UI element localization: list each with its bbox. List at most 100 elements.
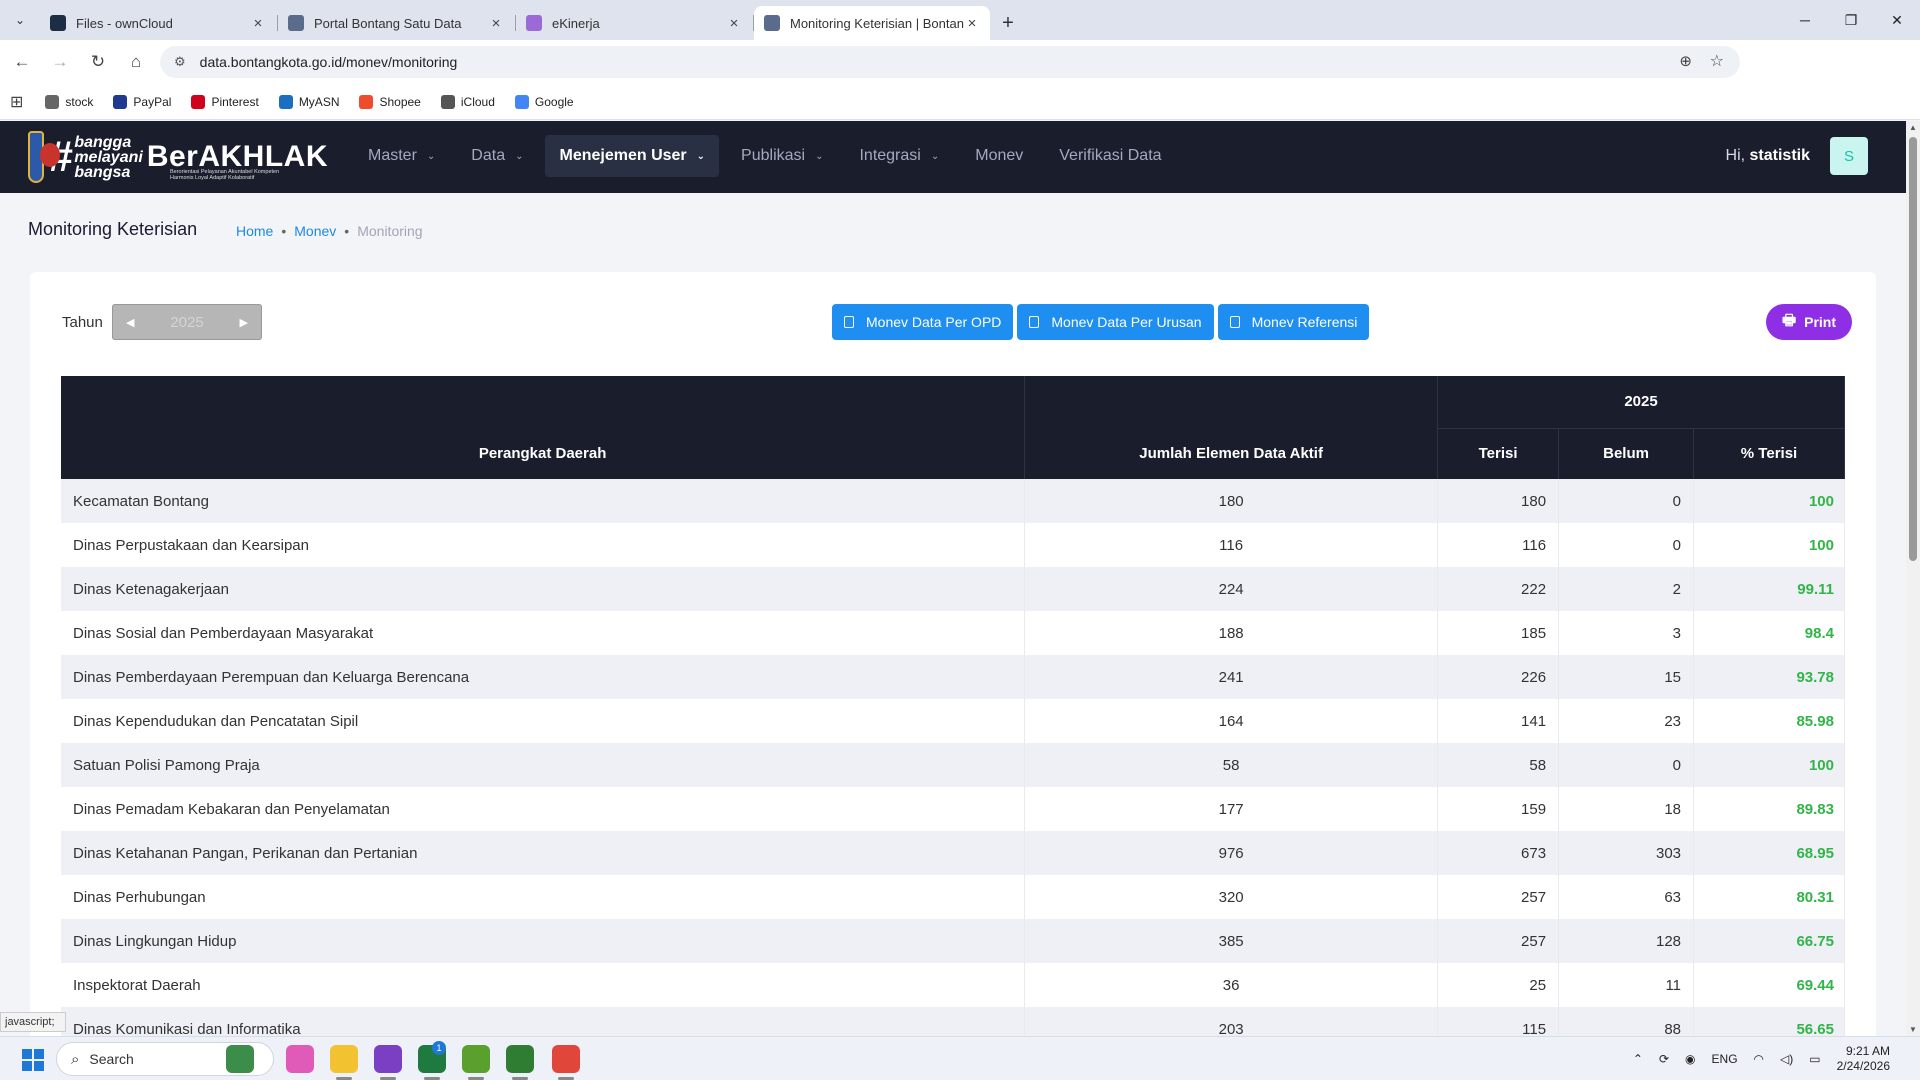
tab-close-icon[interactable]: × bbox=[964, 15, 980, 32]
cell-persen: 80.31 bbox=[1693, 875, 1845, 919]
tab-close-icon[interactable]: × bbox=[250, 15, 266, 32]
breadcrumb-current: Monitoring bbox=[357, 223, 423, 239]
cell-belum: 0 bbox=[1558, 523, 1695, 567]
windows-start-icon[interactable] bbox=[22, 1049, 44, 1071]
site-info-icon[interactable]: ⚙ bbox=[174, 54, 186, 70]
cell-persen: 68.95 bbox=[1693, 831, 1845, 875]
clock[interactable]: 9:21 AM 2/24/2026 bbox=[1837, 1044, 1890, 1074]
zoom-icon[interactable]: ⊕ bbox=[1679, 52, 1692, 70]
restore-icon[interactable]: ❐ bbox=[1828, 0, 1874, 40]
cell-terisi: 185 bbox=[1437, 611, 1560, 655]
minimize-icon[interactable]: ─ bbox=[1782, 0, 1828, 40]
table-row: Dinas Perpustakaan dan Kearsipan 116 116… bbox=[61, 523, 1845, 567]
table-row: Kecamatan Bontang 180 180 0 100 bbox=[61, 479, 1845, 523]
site-header: # bangga melayani bangsa BerAKHLAK Beror… bbox=[0, 121, 1906, 193]
bookmark-star-icon[interactable]: ☆ bbox=[1710, 51, 1724, 71]
apple-icon bbox=[440, 94, 455, 109]
home-icon[interactable]: ⌂ bbox=[120, 46, 152, 78]
battery-icon[interactable]: ▭ bbox=[1809, 1052, 1820, 1066]
print-button[interactable]: 🖶 Print bbox=[1765, 304, 1852, 340]
cell-jumlah: 976 bbox=[1024, 831, 1439, 875]
user-avatar[interactable]: S bbox=[1830, 137, 1868, 175]
scroll-down-icon[interactable]: ▼ bbox=[1909, 1025, 1917, 1034]
cell-perangkat: Dinas Ketahanan Pangan, Perikanan dan Pe… bbox=[61, 831, 1026, 875]
nav-item[interactable]: Verifikasi Data bbox=[1045, 135, 1175, 177]
tray-overflow-icon[interactable]: ⌃ bbox=[1633, 1052, 1643, 1066]
excel-task-app-icon[interactable] bbox=[462, 1045, 490, 1073]
tab-search-icon[interactable]: ⌄ bbox=[0, 0, 40, 40]
copilot-app-icon[interactable] bbox=[286, 1045, 314, 1073]
table-row: Dinas Lingkungan Hidup 385 257 128 66.75 bbox=[61, 919, 1845, 963]
bookmark-item[interactable]: stock bbox=[45, 94, 93, 109]
scroll-up-icon[interactable]: ▲ bbox=[1909, 123, 1917, 132]
bookmark-item[interactable]: PayPal bbox=[113, 94, 172, 109]
shopee-icon bbox=[359, 94, 374, 109]
reload-icon[interactable]: ↻ bbox=[82, 46, 114, 78]
table-row: Dinas Komunikasi dan Informatika 203 115… bbox=[61, 1007, 1845, 1036]
wifi-icon[interactable]: ◠ bbox=[1754, 1052, 1764, 1066]
monev-referensi-button[interactable]: Monev Referensi bbox=[1217, 304, 1370, 340]
purple-app-icon[interactable] bbox=[374, 1045, 402, 1073]
browser-tab[interactable]: Files - ownCloud × bbox=[40, 6, 278, 40]
security-icon[interactable]: ◉ bbox=[1685, 1052, 1695, 1066]
apps-grid-icon[interactable]: ⊞ bbox=[10, 92, 23, 112]
tab-close-icon[interactable]: × bbox=[488, 15, 504, 32]
file-explorer-app-icon[interactable] bbox=[330, 1045, 358, 1073]
new-tab-button[interactable]: + bbox=[992, 6, 1024, 40]
cell-perangkat: Dinas Perpustakaan dan Kearsipan bbox=[61, 523, 1026, 567]
sync-icon[interactable]: ⟳ bbox=[1659, 1052, 1669, 1066]
cell-perangkat: Dinas Perhubungan bbox=[61, 875, 1026, 919]
language-indicator[interactable]: ENG bbox=[1712, 1052, 1738, 1066]
monev-opd-button[interactable]: Monev Data Per OPD bbox=[832, 304, 1014, 340]
bookmark-item[interactable]: MyASN bbox=[278, 94, 339, 109]
hs-app-icon[interactable] bbox=[506, 1045, 534, 1073]
nav-item[interactable]: Data ⌄ bbox=[457, 135, 537, 177]
document-icon bbox=[1029, 316, 1040, 328]
chevron-down-icon: ⌄ bbox=[930, 150, 940, 162]
back-icon[interactable]: ← bbox=[6, 46, 38, 78]
nav-item-label: Monev bbox=[975, 147, 1024, 164]
prev-year-icon[interactable]: ◀ bbox=[126, 316, 134, 329]
bookmark-item[interactable]: Google bbox=[514, 94, 574, 109]
scrollbar-thumb[interactable] bbox=[1909, 137, 1917, 561]
cell-terisi: 141 bbox=[1437, 699, 1560, 743]
monev-urusan-button[interactable]: Monev Data Per Urusan bbox=[1017, 304, 1214, 340]
cell-belum: 15 bbox=[1558, 655, 1695, 699]
site-logo[interactable]: # bangga melayani bangsa BerAKHLAK Beror… bbox=[28, 127, 328, 187]
bookmark-item[interactable]: iCloud bbox=[440, 94, 495, 109]
main-nav: Master ⌄ Data ⌄ Menejemen User ⌄ Publikasi ⌄ Int… bbox=[354, 135, 1184, 177]
close-window-icon[interactable]: ✕ bbox=[1874, 0, 1920, 40]
cell-persen: 93.78 bbox=[1693, 655, 1845, 699]
cell-persen: 99.11 bbox=[1693, 567, 1845, 611]
bookmark-item[interactable]: Pinterest bbox=[191, 94, 259, 109]
chevron-down-icon: ⌄ bbox=[515, 150, 524, 162]
breadcrumb-monev[interactable]: Monev bbox=[294, 223, 336, 239]
status-url-tooltip: javascript; bbox=[0, 1012, 66, 1032]
bookmark-item[interactable]: Shopee bbox=[359, 94, 421, 109]
cell-belum: 3 bbox=[1558, 611, 1695, 655]
print-label: Print bbox=[1804, 314, 1836, 330]
widgets-app-icon[interactable] bbox=[226, 1045, 254, 1073]
page-scrollbar[interactable]: ▲ ▼ bbox=[1906, 121, 1920, 1036]
chevron-down-icon: ⌄ bbox=[426, 150, 436, 162]
chrome-app-icon[interactable] bbox=[552, 1045, 580, 1073]
breadcrumb-home[interactable]: Home bbox=[236, 223, 273, 239]
forward-icon[interactable]: → bbox=[44, 46, 76, 78]
volume-icon[interactable]: ◁) bbox=[1780, 1052, 1793, 1066]
nav-item[interactable]: Menejemen User ⌄ bbox=[545, 135, 720, 177]
cell-persen: 56.65 bbox=[1693, 1007, 1845, 1036]
nav-item[interactable]: Master ⌄ bbox=[354, 135, 449, 177]
browser-tab[interactable]: eKinerja × bbox=[516, 6, 754, 40]
browser-tab[interactable]: Portal Bontang Satu Data × bbox=[278, 6, 516, 40]
nav-item[interactable]: Publikasi ⌄ bbox=[727, 135, 837, 177]
nav-item-label: Publikasi bbox=[741, 147, 806, 164]
tab-close-icon[interactable]: × bbox=[726, 15, 742, 32]
next-year-icon[interactable]: ▶ bbox=[240, 316, 248, 329]
tab-favicon-icon bbox=[764, 15, 780, 31]
nav-item[interactable]: Monev bbox=[961, 135, 1037, 177]
bookmark-label: PayPal bbox=[133, 94, 172, 109]
year-picker[interactable]: ◀ 2025 ▶ bbox=[112, 304, 262, 340]
url-input[interactable]: ⚙ data.bontangkota.go.id/monev/monitorin… bbox=[160, 46, 1740, 78]
browser-tab[interactable]: Monitoring Keterisian | Bontang × bbox=[754, 6, 990, 40]
nav-item[interactable]: Integrasi ⌄ bbox=[845, 135, 953, 177]
